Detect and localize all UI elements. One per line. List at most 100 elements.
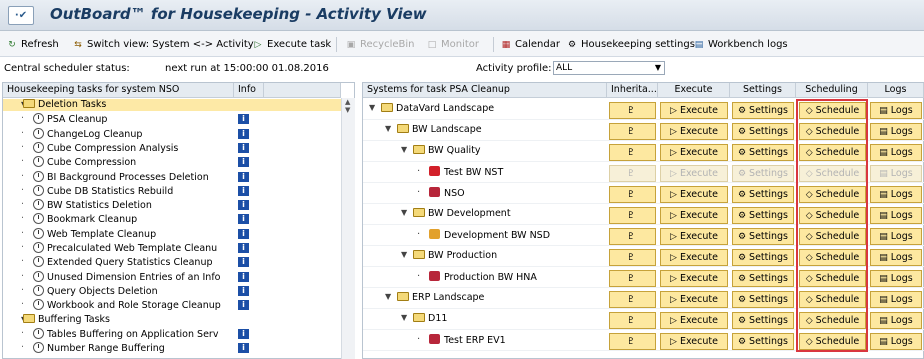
execute-button[interactable]: ▷ Execute <box>660 102 728 119</box>
logs-button[interactable]: ▤ Logs <box>870 186 922 203</box>
task-row[interactable]: · Query Objects Deletion i <box>3 284 343 297</box>
task-row[interactable]: · Workbook and Role Storage Cleanup i <box>3 299 343 311</box>
inheritance-button[interactable]: ♇ <box>609 165 656 182</box>
execute-button[interactable]: ▷ Execute <box>660 186 728 203</box>
logs-button[interactable]: ▤ Logs <box>870 102 922 119</box>
execute-button[interactable]: ▷ Execute <box>660 165 728 182</box>
col-header-tasks[interactable]: Housekeeping tasks for system NSO <box>3 83 234 98</box>
task-row[interactable]: · Number Range Buffering i <box>3 342 343 354</box>
task-folder-row[interactable]: ▼Deletion Tasks <box>3 99 343 111</box>
execute-button[interactable]: ▷ Execute <box>660 333 728 350</box>
info-icon[interactable]: i <box>238 243 249 253</box>
task-row[interactable]: · ChangeLog Cleanup i <box>3 127 343 140</box>
logs-button[interactable]: ▤ Logs <box>870 291 922 308</box>
expand-icon[interactable]: ▼ <box>401 313 407 322</box>
settings-button[interactable]: ⚙ Settings <box>732 123 794 140</box>
execute-button[interactable]: ▷ Execute <box>660 291 728 308</box>
inheritance-button[interactable]: ♇ <box>609 333 656 350</box>
vertical-scrollbar[interactable]: ▲ ▼ <box>341 98 355 359</box>
inheritance-button[interactable]: ♇ <box>609 228 656 245</box>
info-icon[interactable]: i <box>238 300 249 311</box>
info-icon[interactable]: i <box>238 328 249 339</box>
calendar-button[interactable]: ▦ Calendar <box>500 37 560 52</box>
info-icon[interactable]: i <box>238 114 249 125</box>
execute-button[interactable]: ▷ Execute <box>660 270 728 287</box>
execute-button[interactable]: ▷ Execute <box>660 207 728 224</box>
task-row[interactable]: · Cube Compression Analysis i <box>3 141 343 154</box>
inheritance-button[interactable]: ♇ <box>609 312 656 329</box>
col-header-inheritance[interactable]: Inherita... <box>607 83 658 98</box>
info-icon[interactable]: i <box>238 200 249 211</box>
recycle-bin-button[interactable]: ▣ RecycleBin <box>345 37 415 52</box>
execute-task-button[interactable]: ▷ Execute task <box>252 37 332 52</box>
expand-icon[interactable]: ▼ <box>385 292 391 301</box>
col-header-logs[interactable]: Logs <box>868 83 924 98</box>
col-header-scheduling[interactable]: Scheduling <box>796 83 868 98</box>
info-icon[interactable]: i <box>238 185 249 196</box>
expand-icon[interactable]: ▼ <box>369 103 375 112</box>
task-row[interactable]: · Bookmark Cleanup i <box>3 213 343 225</box>
refresh-button[interactable]: ↻ Refresh <box>6 37 59 52</box>
logs-button[interactable]: ▤ Logs <box>870 312 922 329</box>
col-header-systems[interactable]: Systems for task PSA Cleanup <box>363 83 607 98</box>
logs-button[interactable]: ▤ Logs <box>870 207 922 224</box>
dropdown-arrow-icon[interactable]: ▼ <box>655 62 661 74</box>
logs-button[interactable]: ▤ Logs <box>870 165 922 182</box>
expand-icon[interactable]: ▼ <box>401 250 407 259</box>
settings-button[interactable]: ⚙ Settings <box>732 270 794 287</box>
execute-button[interactable]: ▷ Execute <box>660 123 728 140</box>
task-row[interactable]: · Unused Dimension Entries of an Info i <box>3 270 343 283</box>
execute-button[interactable]: ▷ Execute <box>660 249 728 266</box>
expand-icon[interactable]: ▼ <box>385 124 391 133</box>
inheritance-button[interactable]: ♇ <box>609 186 656 203</box>
settings-button[interactable]: ⚙ Settings <box>732 186 794 203</box>
info-icon[interactable]: i <box>238 128 249 139</box>
task-row[interactable]: · Cube Compression i <box>3 156 343 168</box>
task-row[interactable]: · Precalculated Web Template Cleanu i <box>3 242 343 254</box>
logs-button[interactable]: ▤ Logs <box>870 228 922 245</box>
info-icon[interactable]: i <box>238 157 249 168</box>
workbench-logs-button[interactable]: ▤ Workbench logs <box>693 37 788 52</box>
inheritance-button[interactable]: ♇ <box>609 291 656 308</box>
activity-profile-select[interactable]: ALL ▼ <box>553 61 665 75</box>
info-icon[interactable]: i <box>238 285 249 296</box>
expand-icon[interactable]: ▼ <box>401 145 407 154</box>
info-icon[interactable]: i <box>238 271 249 282</box>
task-row[interactable]: · BW Statistics Deletion i <box>3 199 343 211</box>
logs-button[interactable]: ▤ Logs <box>870 249 922 266</box>
expand-icon[interactable]: ▼ <box>401 208 407 217</box>
task-row[interactable]: · Web Template Cleanup i <box>3 227 343 240</box>
scroll-up-icon[interactable]: ▲ <box>345 98 350 106</box>
task-row[interactable]: · PSA Cleanup i <box>3 113 343 125</box>
settings-button[interactable]: ⚙ Settings <box>732 249 794 266</box>
logs-button[interactable]: ▤ Logs <box>870 333 922 350</box>
task-row[interactable]: · BI Background Processes Deletion i <box>3 170 343 183</box>
logs-button[interactable]: ▤ Logs <box>870 144 922 161</box>
logs-button[interactable]: ▤ Logs <box>870 123 922 140</box>
info-icon[interactable]: i <box>238 142 249 153</box>
task-folder-row[interactable]: ▼Buffering Tasks <box>3 313 343 326</box>
inheritance-button[interactable]: ♇ <box>609 144 656 161</box>
execute-button[interactable]: ▷ Execute <box>660 144 728 161</box>
inheritance-button[interactable]: ♇ <box>609 270 656 287</box>
settings-button[interactable]: ⚙ Settings <box>732 144 794 161</box>
task-row[interactable]: · Tables Buffering on Application Serv i <box>3 327 343 340</box>
inheritance-button[interactable]: ♇ <box>609 102 656 119</box>
housekeeping-settings-button[interactable]: ⚙ Housekeeping settings <box>566 37 695 52</box>
info-icon[interactable]: i <box>238 214 249 225</box>
scroll-down-icon[interactable]: ▼ <box>345 106 350 114</box>
settings-button[interactable]: ⚙ Settings <box>732 333 794 350</box>
switch-view-button[interactable]: ⇆ Switch view: System <-> Activity <box>72 37 253 52</box>
inheritance-button[interactable]: ♇ <box>609 207 656 224</box>
info-icon[interactable]: i <box>238 257 249 268</box>
info-icon[interactable]: i <box>238 228 249 239</box>
execute-button[interactable]: ▷ Execute <box>660 312 728 329</box>
col-header-execute[interactable]: Execute <box>658 83 730 98</box>
settings-button[interactable]: ⚙ Settings <box>732 312 794 329</box>
task-row[interactable]: · Cube DB Statistics Rebuild i <box>3 184 343 197</box>
settings-button[interactable]: ⚙ Settings <box>732 291 794 308</box>
info-icon[interactable]: i <box>238 171 249 182</box>
col-header-settings[interactable]: Settings <box>730 83 796 98</box>
inheritance-button[interactable]: ♇ <box>609 123 656 140</box>
monitor-button[interactable]: □ Monitor <box>426 37 479 52</box>
